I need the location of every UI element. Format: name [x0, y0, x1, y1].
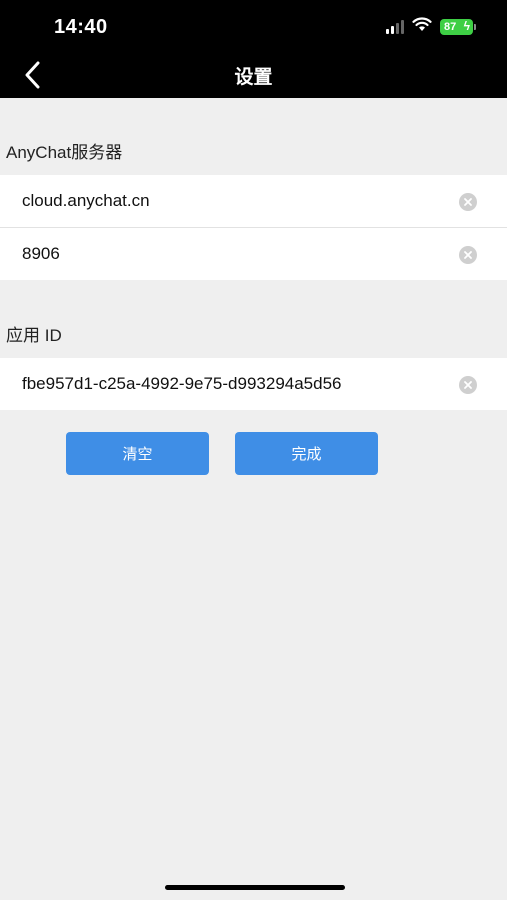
status-icons: 87 ϟ — [386, 17, 476, 37]
clear-port-icon[interactable] — [459, 246, 477, 264]
clear-app-id-icon[interactable] — [459, 376, 477, 394]
app-id-input[interactable] — [22, 372, 442, 396]
status-time: 14:40 — [54, 16, 108, 38]
server-address-input[interactable] — [22, 189, 442, 213]
home-indicator[interactable] — [165, 885, 345, 890]
charging-bolt-icon: ϟ — [463, 19, 470, 33]
wifi-icon — [412, 17, 432, 37]
app-id-row — [0, 358, 507, 410]
page-title: 设置 — [234, 67, 273, 88]
done-button[interactable]: 完成 — [235, 432, 378, 475]
app-id-section-label: 应用 ID — [6, 326, 62, 345]
battery-level: 87 — [444, 21, 457, 33]
cellular-signal-icon — [386, 20, 404, 34]
navigation-bar: 设置 — [0, 52, 507, 98]
battery-icon: 87 ϟ — [440, 19, 476, 35]
server-section-label: AnyChat服务器 — [6, 143, 123, 162]
server-address-row — [0, 175, 507, 227]
clear-button[interactable]: 清空 — [66, 432, 209, 475]
clear-address-icon[interactable] — [459, 193, 477, 211]
server-port-row — [0, 228, 507, 280]
server-port-input[interactable] — [22, 242, 442, 266]
status-bar: 14:40 87 ϟ — [0, 0, 507, 52]
